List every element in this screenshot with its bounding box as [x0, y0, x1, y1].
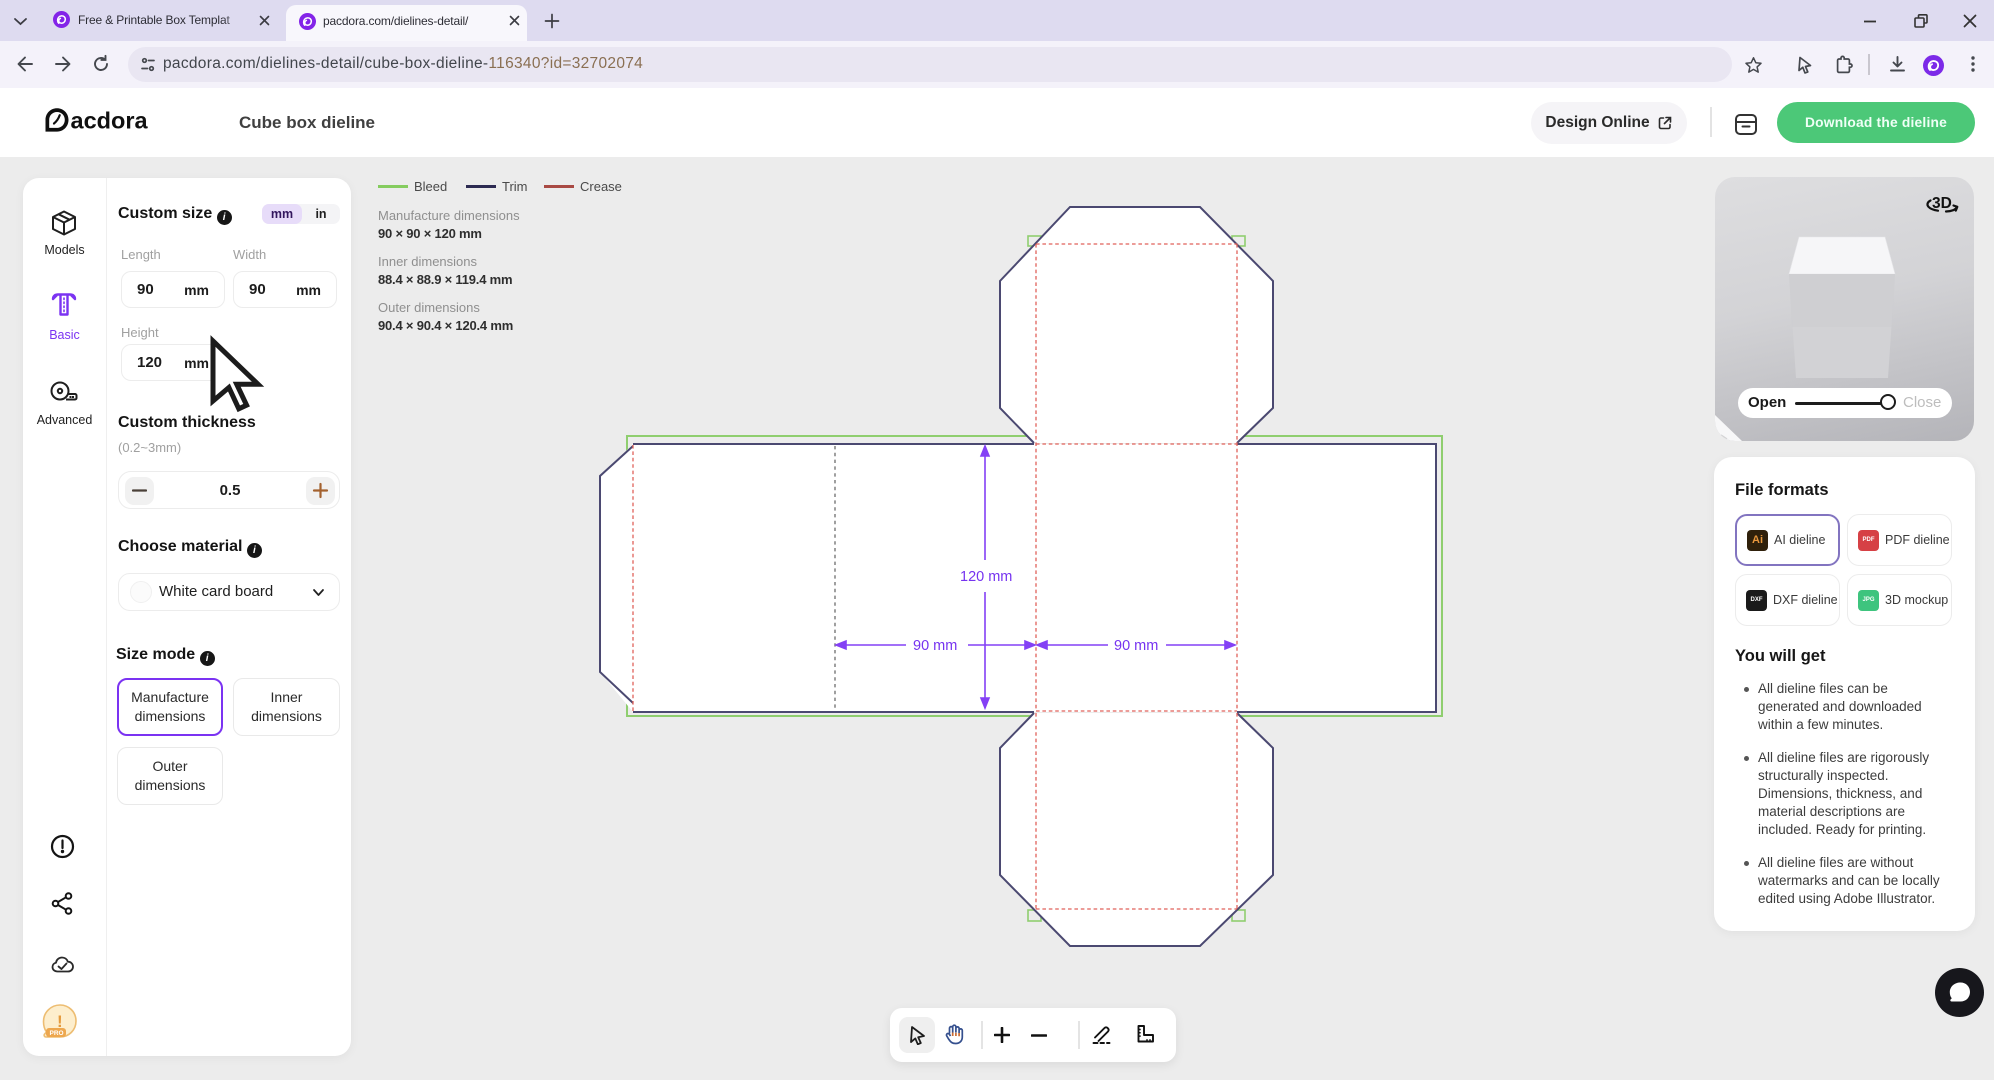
svg-text:90 mm: 90 mm [913, 638, 957, 654]
svg-text:120 mm: 120 mm [960, 569, 1012, 585]
svg-text:90 mm: 90 mm [1114, 638, 1158, 654]
svg-text:acdora: acdora [71, 108, 149, 134]
svg-text:PRO: PRO [50, 1030, 64, 1037]
